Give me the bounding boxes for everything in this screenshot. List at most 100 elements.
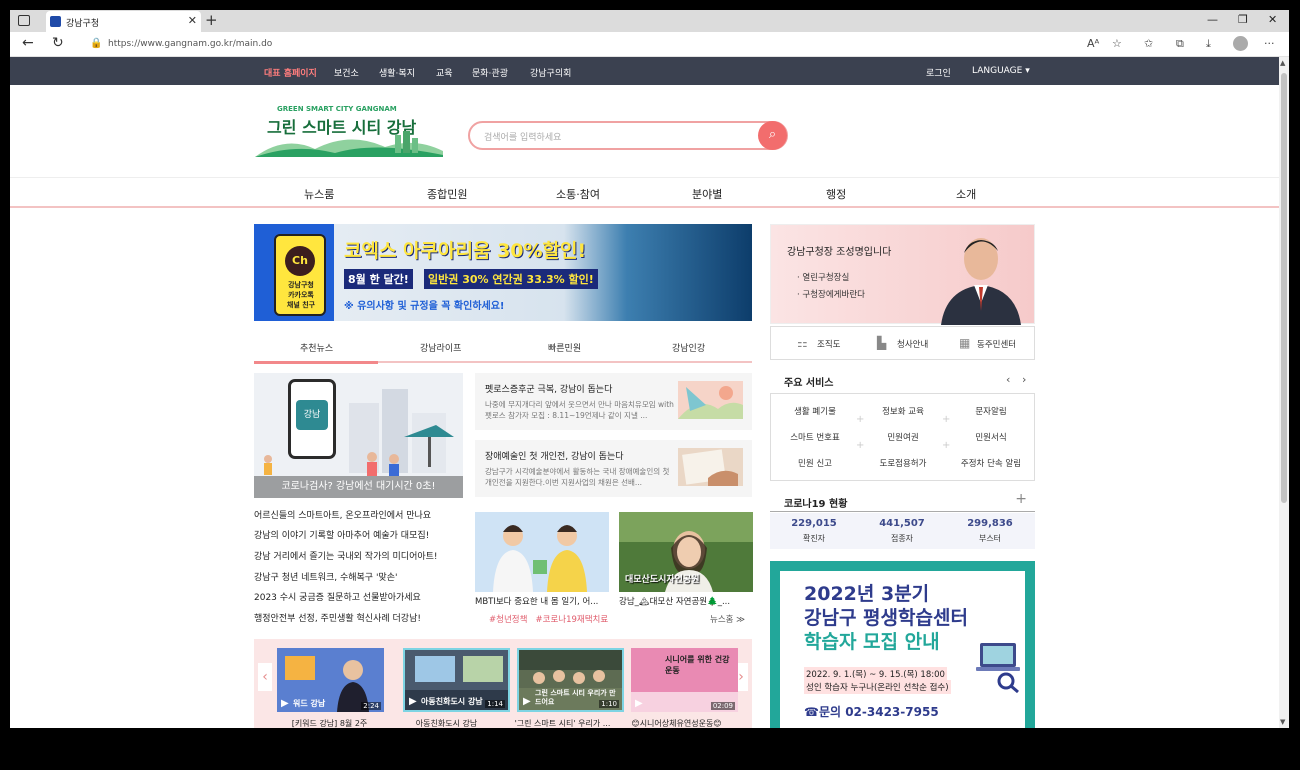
- language-dropdown[interactable]: LANGUAGE ▾: [972, 66, 1030, 76]
- video-prev-icon[interactable]: ‹: [258, 663, 272, 691]
- minimize-icon[interactable]: —: [1207, 13, 1218, 26]
- service-item[interactable]: 민원 신고: [771, 457, 859, 469]
- topbar-welfare-link[interactable]: 생활·복지: [379, 66, 415, 79]
- video-caption[interactable]: [키워드 강남] 8월 2주: [276, 718, 383, 728]
- tab-quick-civil[interactable]: 빠른민원: [548, 341, 581, 354]
- video-thumbnail[interactable]: ▶ 그린 스마트 시티 우리가 만드어요 1:10: [517, 648, 624, 712]
- add-favorite-icon[interactable]: ☆: [1112, 37, 1122, 50]
- topbar-education-link[interactable]: 교육: [436, 66, 453, 79]
- logo-subtitle: GREEN SMART CITY GANGNAM: [277, 105, 397, 113]
- quick-link-community-center[interactable]: 동주민센터: [977, 338, 1016, 350]
- mbti-thumbnail[interactable]: [475, 512, 609, 592]
- hashtag-covid-home-care[interactable]: #코로나19재택치료: [536, 615, 609, 625]
- mayor-link-office[interactable]: · 열린구청장실: [797, 271, 849, 283]
- banner-period: 8월 한 달간!: [344, 269, 413, 289]
- tab-gangnam-life[interactable]: 강남라이프: [420, 341, 461, 354]
- list-item[interactable]: 강남 거리에서 즐기는 국내외 작가의 미디어아트!: [254, 549, 438, 562]
- collections-icon[interactable]: ⧉: [1176, 37, 1184, 51]
- quick-link-org-chart[interactable]: 조직도: [817, 338, 840, 350]
- video-caption[interactable]: 😊시니어상체유연성운동😊: [623, 718, 730, 728]
- news-item[interactable]: 장애예술인 첫 개인전, 강남이 돕는다 강남구가 시각예술분야에서 활동하는 …: [475, 440, 752, 497]
- topbar-home-link[interactable]: 대표 홈페이지: [264, 66, 317, 79]
- education-target: 성인 학습자 누구나(온라인 선착순 접수): [804, 680, 951, 694]
- tab-actions-icon[interactable]: [18, 15, 30, 26]
- search-input[interactable]: 검색어를 입력하세요: [484, 130, 561, 143]
- new-tab-icon[interactable]: +: [205, 11, 218, 29]
- maximize-icon[interactable]: ❐: [1238, 13, 1248, 26]
- profile-avatar[interactable]: [1233, 36, 1248, 51]
- topbar-health-link[interactable]: 보건소: [334, 66, 359, 79]
- quick-link-building[interactable]: 청사안내: [897, 338, 928, 350]
- nav-administration[interactable]: 행정: [826, 186, 846, 202]
- page-scrollbar[interactable]: ▲ ▼: [1279, 57, 1289, 728]
- tab-recommended-news[interactable]: 추천뉴스: [300, 341, 333, 354]
- topbar-culture-link[interactable]: 문화·관광: [472, 66, 508, 79]
- more-icon[interactable]: ···: [1264, 37, 1275, 50]
- park-thumbnail[interactable]: 대모산도시자연공원: [619, 512, 753, 592]
- hashtag-youth-policy[interactable]: #청년정책: [489, 615, 527, 625]
- news-item-desc: 강남구가 시각예술분야에서 활동하는 국내 장애예술인의 첫 개인전을 지원한다…: [485, 467, 670, 487]
- video-caption[interactable]: '그린 스마트 시티' 우리가 ...: [509, 718, 616, 728]
- service-item[interactable]: 도로점용허가: [859, 457, 947, 469]
- topbar-council-link[interactable]: 강남구의회: [530, 66, 571, 79]
- scroll-up-icon[interactable]: ▲: [1280, 59, 1285, 67]
- read-aloud-icon[interactable]: Aᴬ: [1087, 37, 1099, 50]
- refresh-icon[interactable]: ↻: [52, 35, 64, 51]
- downloads-icon[interactable]: ⤓: [1206, 37, 1211, 51]
- list-item[interactable]: 강남구 청년 네트워크, 수해복구 '맞손': [254, 570, 397, 583]
- login-link[interactable]: 로그인: [926, 66, 951, 79]
- divider-plus-icon: +: [856, 440, 865, 451]
- video-thumbnail[interactable]: ▶ 아동친화도시 강남 1:14: [403, 648, 510, 712]
- feature-news-card[interactable]: 강남 코로나검사? 강남에선 대기시간 0초!: [254, 373, 463, 498]
- covid-more-icon[interactable]: +: [1015, 491, 1027, 507]
- video-thumbnail[interactable]: ▶ 워드 강남 2:24: [277, 648, 384, 712]
- service-item[interactable]: 생활 폐기물: [771, 405, 859, 417]
- kakao-phone-graphic: Ch 강남구청 카카오톡 채널 친구: [274, 234, 326, 316]
- services-next-icon[interactable]: ›: [1022, 373, 1026, 386]
- tab-gangnam-lecture[interactable]: 강남인강: [672, 341, 705, 354]
- site-logo[interactable]: GREEN SMART CITY GANGNAM 그린 스마트 시티 강남: [255, 105, 443, 157]
- org-chart-icon: ⚏: [797, 336, 808, 350]
- address-bar: ← ↻ 🔒 https://www.gangnam.go.kr/main.do …: [10, 32, 1289, 57]
- news-home-link[interactable]: 뉴스홈 ≫: [710, 613, 745, 625]
- video-thumbnail[interactable]: 시니어를 위한 건강운동 ▶ 02:09: [631, 648, 738, 712]
- service-item[interactable]: 주정차 단속 알림: [947, 457, 1035, 469]
- services-prev-icon[interactable]: ‹: [1006, 373, 1010, 386]
- video-caption[interactable]: 아동친화도시 강남: [393, 718, 500, 728]
- service-item[interactable]: 스마트 번호표: [771, 431, 859, 443]
- url-box[interactable]: 🔒 https://www.gangnam.go.kr/main.do: [78, 34, 1078, 55]
- mbti-caption[interactable]: MBTI보다 중요한 내 몸 일기, 어...: [475, 595, 609, 607]
- education-banner[interactable]: 2022년 3분기 강남구 평생학습센터 학습자 모집 안내 2022. 9. …: [770, 561, 1035, 728]
- search-icon[interactable]: ⌕: [758, 121, 787, 150]
- video-duration: 1:14: [485, 700, 505, 708]
- scrollbar-thumb[interactable]: [1281, 73, 1287, 503]
- mayor-panel[interactable]: 강남구청장 조성명입니다 · 열린구청장실 · 구청장에게바란다: [770, 224, 1035, 325]
- nav-by-field[interactable]: 분야별: [692, 186, 722, 202]
- search-box[interactable]: 검색어를 입력하세요 ⌕: [468, 121, 788, 150]
- covid-vaccinated-label: 접종자: [890, 534, 914, 543]
- mayor-link-request[interactable]: · 구청장에게바란다: [797, 288, 865, 300]
- service-item[interactable]: 정보화 교육: [859, 405, 947, 417]
- nav-civil-service[interactable]: 종합민원: [427, 186, 467, 202]
- play-icon: ▶: [635, 698, 643, 709]
- park-caption[interactable]: 강남_🏔대모산 자연공원🌲_...: [619, 595, 753, 607]
- list-item[interactable]: 행정안전부 선정, 주민생활 혁신사례 더강남!: [254, 611, 421, 624]
- service-item[interactable]: 민원여권: [859, 431, 947, 443]
- close-window-icon[interactable]: ✕: [1268, 13, 1277, 26]
- browser-tab[interactable]: 강남구청 ✕: [46, 11, 201, 32]
- nav-introduction[interactable]: 소개: [956, 186, 976, 202]
- scroll-down-icon[interactable]: ▼: [1280, 718, 1285, 726]
- favorites-icon[interactable]: ✩: [1144, 37, 1153, 50]
- close-tab-icon[interactable]: ✕: [188, 14, 197, 27]
- promo-banner[interactable]: Ch 강남구청 카카오톡 채널 친구 코엑스 아쿠아리움 30%할인! 8월 한…: [254, 224, 752, 321]
- nav-newsroom[interactable]: 뉴스룸: [304, 186, 334, 202]
- news-item[interactable]: 펫로스증후군 극복, 강남이 돕는다 나중에 무지개다리 앞에서 웃으면서 만나…: [475, 373, 752, 430]
- service-item[interactable]: 문자알림: [947, 405, 1035, 417]
- language-label: LANGUAGE: [972, 66, 1023, 76]
- list-item[interactable]: 2023 수시 궁금증 질문하고 선물받아가세요: [254, 590, 421, 603]
- nav-participation[interactable]: 소통·참여: [556, 186, 600, 202]
- list-item[interactable]: 어르신들의 스마트아트, 온오프라인에서 만나요: [254, 508, 431, 521]
- list-item[interactable]: 강남의 이야기 기록할 아마추어 예술가 대모집!: [254, 528, 429, 541]
- service-item[interactable]: 민원서식: [947, 431, 1035, 443]
- back-icon[interactable]: ←: [22, 35, 34, 51]
